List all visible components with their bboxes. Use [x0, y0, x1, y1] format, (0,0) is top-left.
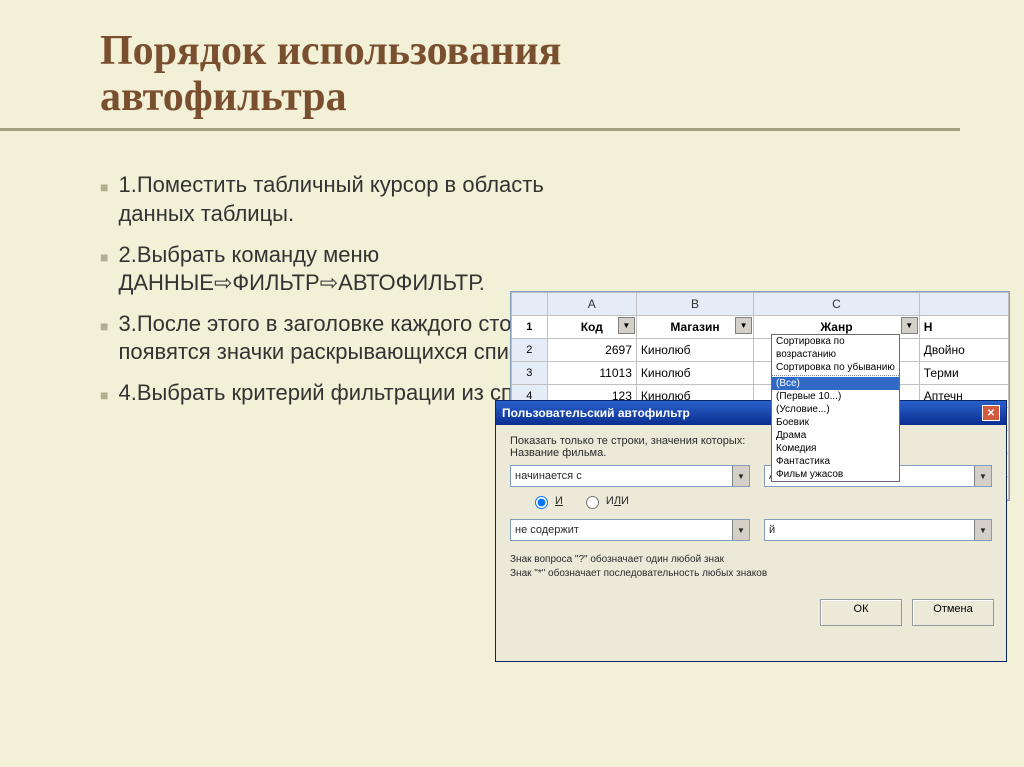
condition1-operator[interactable]: начинается с ▼: [510, 465, 750, 487]
select-all-cell[interactable]: [512, 293, 548, 316]
dd-item[interactable]: Фантастика: [772, 455, 899, 468]
bullet-icon: ■: [100, 386, 108, 404]
col-header-B[interactable]: B: [636, 293, 753, 316]
dd-custom[interactable]: (Условие...): [772, 403, 899, 416]
title-l2: автофильтра: [100, 74, 347, 120]
logic-radio-group: И ИЛИ: [510, 487, 992, 513]
col-header-A[interactable]: A: [547, 293, 636, 316]
close-icon[interactable]: ✕: [982, 405, 1000, 421]
field-shop: Магазин▼: [636, 316, 753, 339]
dialog-field-label: Название фильма.: [510, 447, 992, 459]
field-code: Код▼: [547, 316, 636, 339]
radio-and[interactable]: И: [530, 493, 563, 509]
filter-toggle-icon[interactable]: ▼: [618, 317, 635, 334]
cell[interactable]: Терми: [919, 362, 1008, 385]
cell[interactable]: 11013: [547, 362, 636, 385]
dd-item[interactable]: Драма: [772, 429, 899, 442]
col-header-extra[interactable]: [919, 293, 1008, 316]
radio-or[interactable]: ИЛИ: [581, 493, 629, 509]
help-line-2: Знак "*" обозначает последовательность л…: [510, 567, 992, 581]
filter-toggle-icon[interactable]: ▼: [901, 317, 918, 334]
bullet-icon: ■: [100, 317, 108, 335]
bullet-text: 1.Поместить табличный курсор в область д…: [118, 171, 590, 228]
cell[interactable]: Кинолюб: [636, 362, 753, 385]
bullet-list: ■ 1.Поместить табличный курсор в область …: [0, 131, 590, 419]
condition2-operator[interactable]: не содержит ▼: [510, 519, 750, 541]
bullet-icon: ■: [100, 248, 108, 266]
chevron-down-icon[interactable]: ▼: [732, 520, 749, 540]
col-header-C[interactable]: C: [754, 293, 920, 316]
chevron-down-icon[interactable]: ▼: [732, 466, 749, 486]
row-header[interactable]: 1: [512, 316, 548, 339]
cell[interactable]: 2697: [547, 339, 636, 362]
row-header[interactable]: 2: [512, 339, 548, 362]
dd-top10[interactable]: (Первые 10...): [772, 390, 899, 403]
dd-item[interactable]: Комедия: [772, 442, 899, 455]
help-line-1: Знак вопроса "?" обозначает один любой з…: [510, 553, 992, 567]
custom-autofilter-dialog: Пользовательский автофильтр ✕ Показать т…: [495, 400, 1007, 662]
dialog-title: Пользовательский автофильтр: [502, 406, 690, 420]
field-name: Н: [919, 316, 1008, 339]
ok-button[interactable]: ОК: [820, 599, 902, 626]
dd-sort-asc[interactable]: Сортировка по возрастанию: [772, 335, 899, 361]
cell[interactable]: Кинолюб: [636, 339, 753, 362]
dd-sort-desc[interactable]: Сортировка по убыванию: [772, 361, 899, 374]
dd-item[interactable]: Боевик: [772, 416, 899, 429]
condition2-value[interactable]: й ▼: [764, 519, 992, 541]
cancel-button[interactable]: Отмена: [912, 599, 994, 626]
dialog-subtitle: Показать только те строки, значения кото…: [510, 435, 992, 447]
row-header[interactable]: 3: [512, 362, 548, 385]
title-l1: Порядок использования: [100, 28, 561, 74]
chevron-down-icon[interactable]: ▼: [974, 520, 991, 540]
chevron-down-icon[interactable]: ▼: [974, 466, 991, 486]
bullet-icon: ■: [100, 178, 108, 196]
cell[interactable]: Двойно: [919, 339, 1008, 362]
dialog-titlebar[interactable]: Пользовательский автофильтр ✕: [496, 401, 1006, 425]
filter-dropdown-menu[interactable]: Сортировка по возрастанию Сортировка по …: [771, 334, 900, 482]
dd-item[interactable]: Фильм ужасов: [772, 468, 899, 481]
filter-toggle-icon[interactable]: ▼: [735, 317, 752, 334]
dd-all[interactable]: (Все): [772, 377, 899, 390]
bullet-text: 2.Выбрать команду меню ДАННЫЕ⇨ФИЛЬТР⇨АВТ…: [118, 241, 590, 298]
slide-title: Порядок использования автофильтра: [0, 0, 960, 131]
